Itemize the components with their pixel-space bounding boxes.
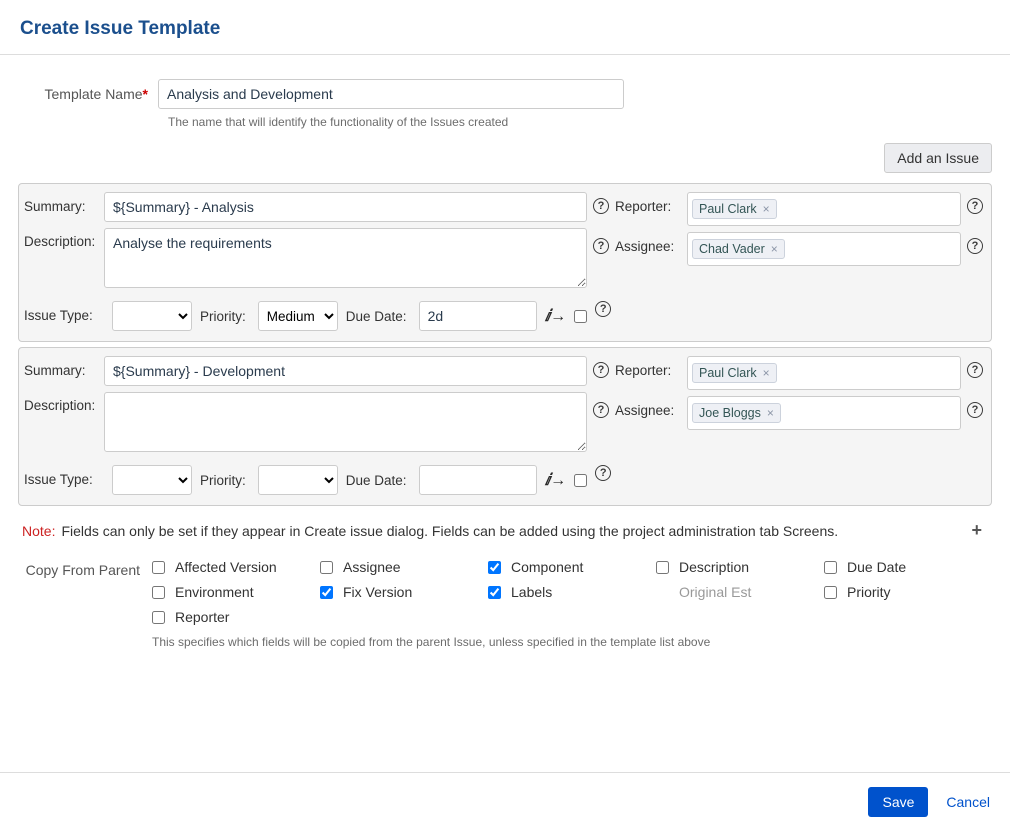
copy-field-checkbox[interactable]	[320, 586, 333, 599]
help-icon[interactable]: ?	[967, 238, 983, 254]
due-date-input[interactable]	[419, 301, 537, 331]
help-icon[interactable]: ?	[593, 238, 609, 254]
help-icon[interactable]: ?	[593, 402, 609, 418]
summary-label: Summary:	[24, 356, 104, 386]
copy-field-checkbox[interactable]	[152, 561, 165, 574]
user-tag: Chad Vader ×	[692, 239, 785, 259]
issue-block: Summary: Description: Analyse the requir…	[18, 183, 992, 342]
assignee-field[interactable]: Joe Bloggs ×	[687, 396, 961, 430]
description-label: Description:	[24, 392, 104, 416]
issue-type-select[interactable]	[112, 465, 192, 495]
copy-field-item[interactable]: Priority	[824, 584, 992, 600]
copy-field-checkbox[interactable]	[152, 611, 165, 624]
copy-field-item[interactable]: Due Date	[824, 559, 992, 575]
copy-field-label: Priority	[847, 584, 891, 600]
copy-field-label: Labels	[511, 584, 552, 600]
issue-type-select[interactable]	[112, 301, 192, 331]
copy-field-label: Affected Version	[175, 559, 277, 575]
description-textarea[interactable]	[104, 392, 587, 452]
description-label: Description:	[24, 228, 104, 252]
issue-type-label: Issue Type:	[24, 301, 104, 331]
copy-field-label: Description	[679, 559, 749, 575]
user-tag: Paul Clark ×	[692, 363, 777, 383]
branch-icon[interactable]: ⅈ→	[545, 306, 567, 326]
summary-input[interactable]	[104, 192, 587, 222]
copy-field-label: Environment	[175, 584, 254, 600]
copy-field-checkbox[interactable]	[824, 586, 837, 599]
copy-help-text: This specifies which fields will be copi…	[152, 635, 992, 649]
plus-icon[interactable]: +	[965, 520, 988, 541]
copy-field-checkbox[interactable]	[152, 586, 165, 599]
copy-field-item[interactable]: Affected Version	[152, 559, 320, 575]
reporter-label: Reporter:	[615, 192, 681, 222]
user-tag: Paul Clark ×	[692, 199, 777, 219]
copy-field-checkbox[interactable]	[320, 561, 333, 574]
help-icon[interactable]: ?	[967, 198, 983, 214]
copy-field-item[interactable]: Labels	[488, 584, 656, 600]
add-issue-button[interactable]: Add an Issue	[884, 143, 992, 173]
copy-field-label: Fix Version	[343, 584, 412, 600]
save-button[interactable]: Save	[868, 787, 928, 817]
user-tag: Joe Bloggs ×	[692, 403, 781, 423]
remove-tag-icon[interactable]: ×	[771, 242, 778, 256]
assignee-label: Assignee:	[615, 232, 681, 262]
help-icon[interactable]: ?	[967, 362, 983, 378]
assignee-field[interactable]: Chad Vader ×	[687, 232, 961, 266]
copy-field-label: Due Date	[847, 559, 906, 575]
page-title: Create Issue Template	[20, 18, 990, 40]
help-icon[interactable]: ?	[967, 402, 983, 418]
copy-field-item[interactable]: Reporter	[152, 609, 320, 625]
priority-label: Priority:	[200, 473, 246, 488]
remove-tag-icon[interactable]: ×	[763, 366, 770, 380]
copy-field-checkbox[interactable]	[488, 586, 501, 599]
summary-input[interactable]	[104, 356, 587, 386]
priority-label: Priority:	[200, 309, 246, 324]
note-label: Note:	[22, 523, 55, 539]
remove-tag-icon[interactable]: ×	[767, 406, 774, 420]
copy-field-checkbox[interactable]	[824, 561, 837, 574]
due-date-checkbox[interactable]	[574, 310, 587, 323]
assignee-label: Assignee:	[615, 396, 681, 426]
reporter-field[interactable]: Paul Clark ×	[687, 192, 961, 226]
issue-type-label: Issue Type:	[24, 465, 104, 495]
template-name-help: The name that will identify the function…	[168, 115, 992, 129]
due-date-checkbox[interactable]	[574, 474, 587, 487]
branch-icon[interactable]: ⅈ→	[545, 470, 567, 490]
template-name-label: Template Name*	[18, 79, 158, 109]
copy-field-label: Component	[511, 559, 583, 575]
due-date-label: Due Date:	[346, 309, 407, 324]
copy-field-item[interactable]: Environment	[152, 584, 320, 600]
copy-from-parent-label: Copy From Parent	[18, 559, 152, 578]
copy-field-item[interactable]: Fix Version	[320, 584, 488, 600]
copy-field-label: Reporter	[175, 609, 229, 625]
copy-field-checkbox[interactable]	[656, 561, 669, 574]
copy-field-item[interactable]: Assignee	[320, 559, 488, 575]
copy-field-item[interactable]: Description	[656, 559, 824, 575]
reporter-label: Reporter:	[615, 356, 681, 386]
due-date-input[interactable]	[419, 465, 537, 495]
template-name-input[interactable]	[158, 79, 624, 109]
copy-field-label: Original Est	[679, 584, 751, 600]
priority-select[interactable]: Medium	[258, 301, 338, 331]
summary-label: Summary:	[24, 192, 104, 222]
copy-field-item: Original Est	[656, 584, 824, 600]
due-date-label: Due Date:	[346, 473, 407, 488]
cancel-link[interactable]: Cancel	[946, 794, 990, 810]
help-icon[interactable]: ?	[595, 301, 611, 317]
note-text: Fields can only be set if they appear in…	[61, 523, 959, 539]
help-icon[interactable]: ?	[595, 465, 611, 481]
copy-field-item[interactable]: Component	[488, 559, 656, 575]
reporter-field[interactable]: Paul Clark ×	[687, 356, 961, 390]
copy-field-checkbox[interactable]	[488, 561, 501, 574]
issue-block: Summary: Description: ? Reporter:	[18, 347, 992, 506]
copy-field-label: Assignee	[343, 559, 401, 575]
priority-select[interactable]	[258, 465, 338, 495]
description-textarea[interactable]: Analyse the requirements	[104, 228, 587, 288]
help-icon[interactable]: ?	[593, 362, 609, 378]
remove-tag-icon[interactable]: ×	[763, 202, 770, 216]
help-icon[interactable]: ?	[593, 198, 609, 214]
